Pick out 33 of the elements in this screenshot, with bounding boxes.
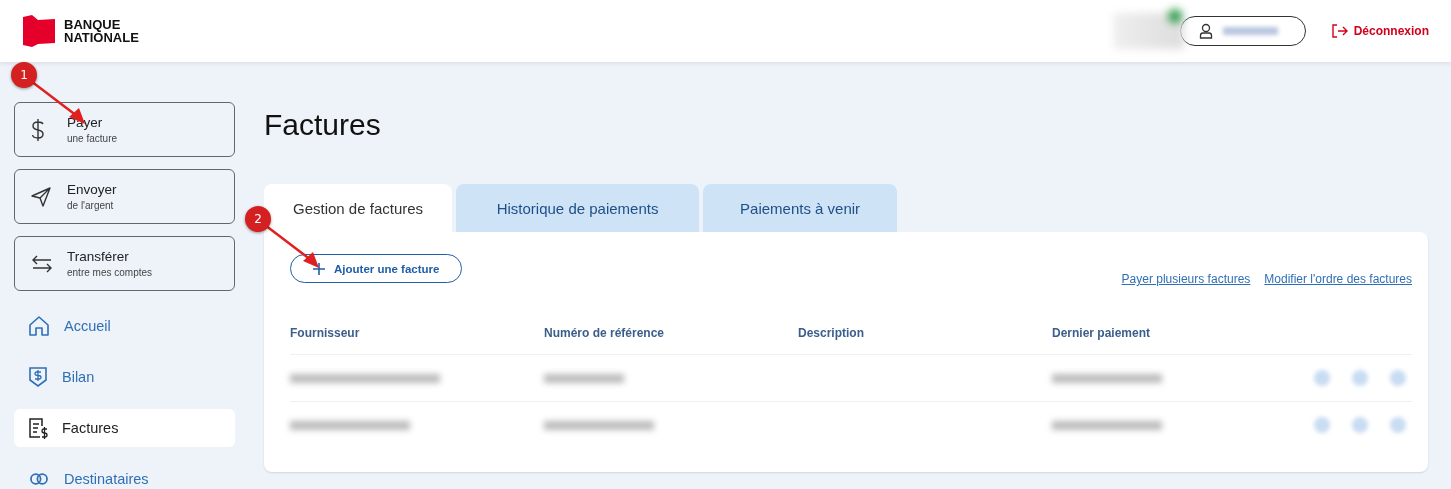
person-icon <box>1198 23 1213 39</box>
shield-dollar-icon <box>28 366 48 388</box>
action-button[interactable]: Envoyer de l'argent <box>14 169 235 224</box>
bank-logo-text: BANQUE NATIONALE <box>64 18 139 44</box>
bill-dollar-icon <box>28 417 48 439</box>
tab[interactable]: Gestion de factures <box>264 184 453 232</box>
action-button[interactable]: Transférer entre mes comptes <box>14 236 235 291</box>
tab[interactable]: Historique de paiements <box>456 184 700 232</box>
column-header: Fournisseur <box>290 326 361 342</box>
nav-item[interactable]: Accueil <box>14 307 235 345</box>
column-header: Numéro de référence <box>544 326 666 342</box>
logout-button[interactable]: Déconnexion <box>1331 24 1429 38</box>
logout-icon <box>1331 24 1348 38</box>
nav-item[interactable]: Destinataires <box>14 460 235 489</box>
blurred-name <box>1222 27 1278 35</box>
people-icon <box>30 473 48 485</box>
step-badge: 1 <box>11 62 37 88</box>
paper-plane-icon <box>31 186 51 207</box>
house-icon <box>28 316 50 336</box>
dollar-icon <box>31 118 45 141</box>
add-bill-button[interactable]: Ajouter une facture <box>290 254 463 283</box>
flag-logo-icon <box>22 15 56 47</box>
plus-icon <box>313 262 325 275</box>
nav-item[interactable]: Factures <box>14 409 235 447</box>
text-link[interactable]: Modifier l'ordre des factures <box>1264 272 1412 286</box>
arrows-swap-icon <box>31 253 53 274</box>
text-link[interactable]: Payer plusieurs factures <box>1121 272 1251 286</box>
column-header: Description <box>798 326 865 342</box>
page-title: Factures <box>264 108 382 142</box>
tab[interactable]: Paiements à venir <box>703 184 898 232</box>
column-header: Dernier paiement <box>1052 326 1152 342</box>
nav-item[interactable]: Bilan <box>14 358 235 396</box>
step-badge: 2 <box>245 206 271 232</box>
